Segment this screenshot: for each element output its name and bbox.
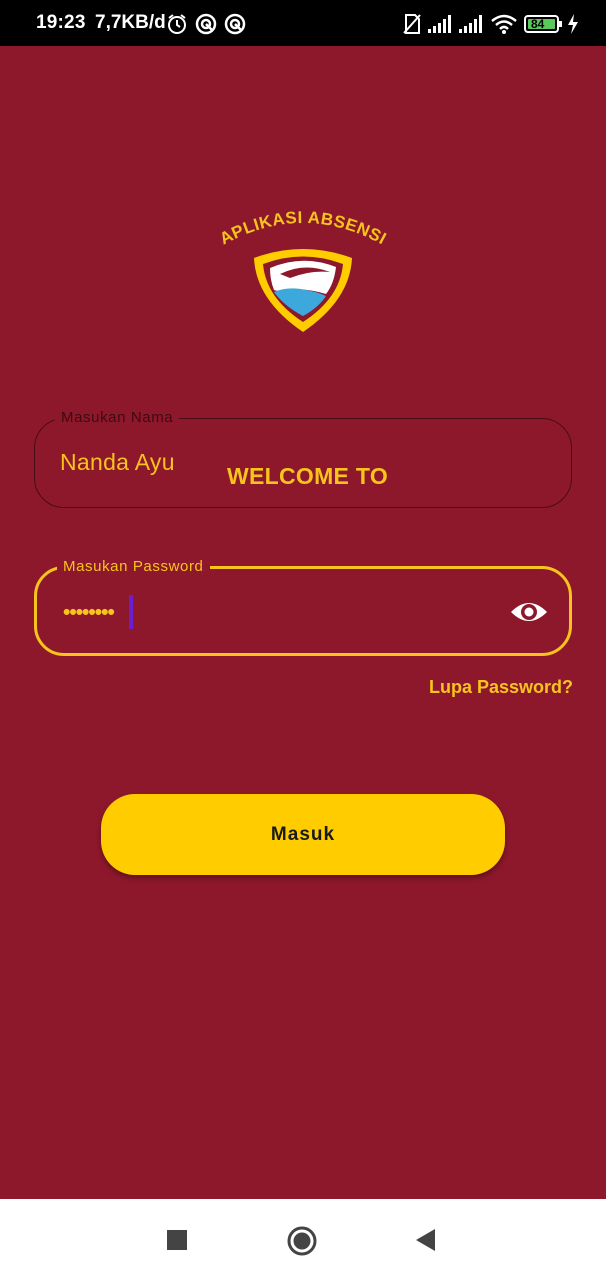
name-field-label: Masukan Nama [55,408,180,428]
status-time: 19:23 [36,12,86,33]
password-field-label: Masukan Password [57,557,210,577]
svg-text:APLIKASI ABSENSI: APLIKASI ABSENSI [217,208,390,248]
alarm-icon [168,14,186,34]
status-net-speed: 7,7KB/d [95,12,166,33]
welcome-text: WELCOME TO [227,463,389,489]
wifi-icon [491,14,517,34]
login-button[interactable]: Masuk [101,794,505,875]
eye-icon[interactable] [509,596,549,628]
signal-icon [459,15,482,33]
forgot-password-link[interactable]: Lupa Password? [429,677,573,698]
signal-icon [428,15,451,33]
status-bar: 19:23 7,7KB/d 84 [0,0,606,46]
sync-icon [195,13,217,35]
back-triangle-icon[interactable] [414,1228,436,1252]
recents-square-icon[interactable] [166,1229,188,1251]
home-circle-icon[interactable] [286,1225,318,1257]
navigation-bar [0,1199,606,1280]
battery-level: 84 [531,17,545,31]
sync-icon [224,13,246,35]
name-field-value: Nanda Ayu [60,449,175,475]
password-field[interactable]: Masukan Password •••••••• [34,557,572,656]
app-logo: APLIKASI ABSENSI [217,208,390,332]
no-sim-icon [403,14,421,34]
logo-text: APLIKASI ABSENSI [217,208,390,248]
password-field-value: •••••••• [63,601,115,624]
charging-icon [568,14,578,34]
text-cursor [129,595,133,629]
